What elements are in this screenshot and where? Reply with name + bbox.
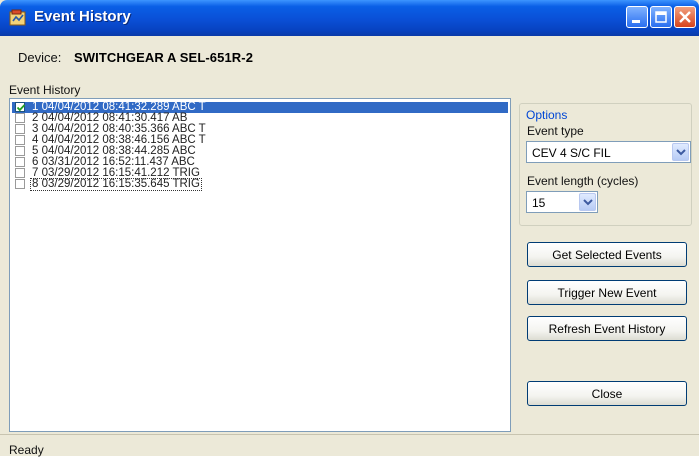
chevron-down-icon [583,199,593,206]
close-icon [679,11,691,23]
event-history-window: Event History Device: SWITCHGEAR A SEL-6… [0,0,699,457]
event-history-list[interactable]: 1 04/04/2012 08:41:32.289 ABC T 2 04/04/… [9,98,511,432]
minimize-icon [632,20,640,23]
list-item[interactable]: 8 03/29/2012 16:15:35.645 TRIG [12,178,508,191]
event-type-dropdown[interactable]: CEV 4 S/C FIL [526,141,691,163]
event-checkbox[interactable] [15,146,25,156]
event-type-value: CEV 4 S/C FIL [532,146,611,160]
get-selected-events-button[interactable]: Get Selected Events [527,242,687,267]
options-title: Options [525,108,569,122]
event-checkbox[interactable] [15,124,25,134]
refresh-event-history-button[interactable]: Refresh Event History [527,316,687,341]
device-value: SWITCHGEAR A SEL-651R-2 [74,50,254,65]
event-length-value: 15 [532,196,546,210]
status-bar: Ready [0,434,699,457]
maximize-icon [655,11,667,23]
event-row-text: 8 03/29/2012 16:15:35.645 TRIG [30,178,202,191]
event-type-dropdown-button[interactable] [672,143,689,161]
title-bar[interactable]: Event History [0,0,699,36]
event-length-label: Event length (cycles) [527,174,639,188]
close-button[interactable]: Close [527,381,687,406]
device-label: Device: [18,50,62,65]
event-type-label: Event type [527,124,584,138]
chevron-down-icon [676,149,686,156]
window-title: Event History [34,8,131,25]
event-checkbox[interactable] [15,179,25,189]
event-history-label: Event History [9,83,81,97]
event-checkbox[interactable] [15,102,26,112]
event-length-dropdown[interactable]: 15 [526,191,598,213]
checkmark-icon [16,104,26,112]
app-icon [9,9,27,27]
event-checkbox[interactable] [15,113,25,123]
close-window-button[interactable] [674,6,696,28]
event-length-dropdown-button[interactable] [579,193,596,211]
event-checkbox[interactable] [15,135,25,145]
maximize-button[interactable] [650,6,672,28]
status-text: Ready [9,443,44,457]
event-checkbox[interactable] [15,168,25,178]
trigger-new-event-button[interactable]: Trigger New Event [527,280,687,305]
event-checkbox[interactable] [15,157,25,167]
minimize-button[interactable] [626,6,648,28]
